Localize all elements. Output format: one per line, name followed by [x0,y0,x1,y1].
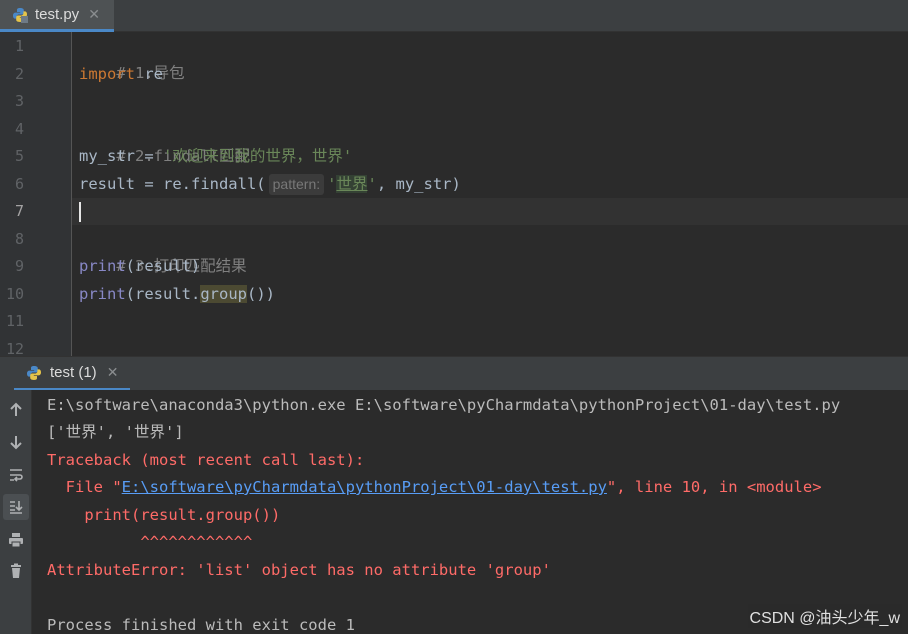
watermark: CSDN @油头少年_w [747,604,902,628]
line-number: 12 [5,340,24,356]
python-file-icon [12,7,28,23]
run-tab-test[interactable]: test (1) ✕ [14,357,131,391]
traceback-header: Traceback (most recent call last): [47,451,365,469]
text-caret [79,201,81,222]
console-command: E:\software\anaconda3\python.exe E:\soft… [47,396,841,414]
tab-test-py[interactable]: test.py ✕ [0,0,114,32]
string-literal: '欢迎来到我的世界，世界' [163,147,353,165]
run-console[interactable]: E:\software\anaconda3\python.exe E:\soft… [32,390,908,634]
line-number: 9 [14,257,24,275]
arrow-down-icon[interactable] [3,429,29,455]
editor-tab-bar: test.py ✕ [0,0,908,32]
run-toolbar [0,390,32,634]
code-line-4: # 2.findall匹配 [79,116,250,165]
code-line-7 [79,198,81,225]
line-number: 8 [14,230,24,248]
method-highlighted: group [200,285,247,303]
code-line-2: import re [79,61,163,88]
traceback-file-prefix: File " [47,478,122,496]
code-line-8: # 3.打印匹配结果 [79,226,246,275]
code-line-1: # 1.导包 [79,33,184,82]
builtin-print: print [79,285,126,303]
line-number: 5 [14,147,24,165]
soft-wrap-icon[interactable] [3,462,29,488]
code-line-5: my_str = '欢迎来到我的世界，世界' [79,143,352,170]
print-icon[interactable] [3,527,29,553]
line-number-current: 7 [14,202,24,220]
line-number: 10 [5,285,24,303]
call-args: (result) [125,257,201,275]
line-number-gutter: 1 2 3 4 5 6 7 8 9 10 11 12 [0,32,72,356]
line-number: 4 [14,120,24,138]
traceback-file-line: File "E:\software\pyCharmdata\pythonProj… [47,474,822,501]
keyword: import [79,65,135,83]
traceback-source: print(result.group()) [47,506,281,524]
code-line-10: print(result.group()) [79,281,275,308]
call-args: ()) [247,285,275,303]
run-tool-window-header: test (1) ✕ [0,356,908,391]
line-number: 6 [14,175,24,193]
string-quote: ' [367,175,377,193]
line-number: 11 [5,312,24,330]
tab-close-icon[interactable]: ✕ [88,6,100,23]
traceback-file-link[interactable]: E:\software\pyCharmdata\pythonProject\01… [122,478,607,496]
console-output: ['世界', '世界'] [47,423,184,441]
call-args: , my_str) [376,175,461,193]
run-tab-label: test (1) [50,364,97,381]
scroll-to-end-icon[interactable] [3,494,29,520]
line-number: 3 [14,92,24,110]
identifier: re [135,65,163,83]
tab-label: test.py [35,6,80,23]
code-line-6: result = re.findall(pattern: '世界', my_str… [79,171,461,198]
parameter-hint: pattern: [268,174,325,195]
call-expression: result = re.findall( [79,175,266,193]
code-line-9: print(result) [79,253,200,280]
process-exit-message: Process finished with exit code 1 [47,616,355,634]
error-message: AttributeError: 'list' object has no att… [47,561,551,579]
traceback-file-suffix: ", line 10, in <module> [606,478,822,496]
builtin-print: print [79,257,126,275]
code-editor[interactable]: 1 2 3 4 5 6 7 8 9 10 11 12 # 1.导包 import… [0,32,908,356]
run-tab-close-icon[interactable]: ✕ [107,364,119,381]
current-line-highlight [72,198,908,225]
assignment: my_str = [79,147,163,165]
trash-icon[interactable] [3,558,29,584]
string-literal-highlighted: 世界 [336,175,368,193]
line-number: 2 [14,65,24,83]
arrow-up-icon[interactable] [3,397,29,423]
traceback-carets: ^^^^^^^^^^^^ [47,533,253,551]
python-run-icon [26,365,42,381]
call-args: (result. [125,285,201,303]
line-number: 1 [14,37,24,55]
